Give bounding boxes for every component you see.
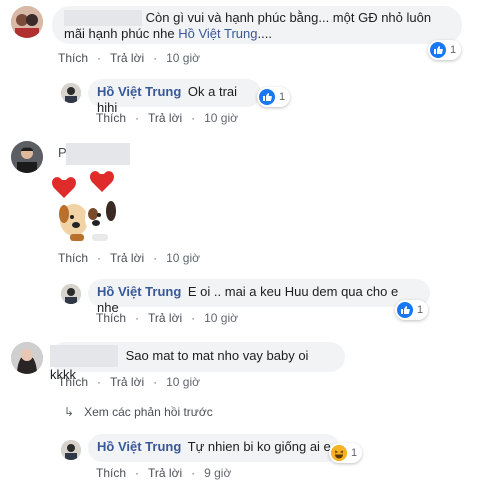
comment-bubble: Sao mat to mat nho vay baby oi kkkk (50, 342, 345, 382)
reaction-badge[interactable]: 1 (257, 87, 291, 107)
comment-actions: Thích · Trả lời · 10 giờ (58, 375, 200, 389)
reply-author[interactable]: Hồ Việt Trung (97, 439, 181, 454)
haha-icon (331, 445, 347, 461)
timestamp[interactable]: 9 giờ (204, 466, 231, 480)
reply-actions: Thích · Trả lời · 10 giờ (96, 311, 238, 325)
redacted-author-name (50, 345, 118, 367)
mention-link[interactable]: Hồ Việt Trung (178, 26, 257, 41)
avatar[interactable] (11, 342, 43, 374)
reply-link[interactable]: Trả lời (110, 251, 144, 265)
reaction-badge[interactable]: 1 (428, 40, 462, 60)
like-link[interactable]: Thích (96, 311, 126, 325)
reply-link[interactable]: Trả lời (148, 111, 182, 125)
reply-bubble: Hồ Việt Trung E oi .. mai a keu Huu dem … (88, 279, 430, 315)
comment-actions: Thích · Trả lời · 10 giờ (58, 251, 200, 265)
reply-arrow-icon: ↳ (64, 405, 75, 419)
reaction-count: 1 (279, 91, 286, 103)
reply-actions: Thích · Trả lời · 10 giờ (96, 111, 238, 125)
reply-avatar[interactable] (61, 440, 81, 460)
view-previous-replies-label[interactable]: Xem các phản hồi trước (84, 405, 213, 419)
reply-text: Tự nhien bi ko giống ai e (187, 439, 331, 454)
redacted-author-name (66, 143, 130, 165)
timestamp[interactable]: 10 giờ (166, 251, 200, 265)
avatar[interactable] (11, 6, 43, 38)
reply-avatar[interactable] (61, 83, 81, 103)
reply-author[interactable]: Hồ Việt Trung (97, 84, 181, 99)
like-link[interactable]: Thích (58, 251, 88, 265)
reaction-badge[interactable]: 1 (395, 300, 429, 320)
reply-link[interactable]: Trả lời (110, 51, 144, 65)
reply-link[interactable]: Trả lời (110, 375, 144, 389)
comment-bubble: Còn gì vui và hạnh phúc bằng... một GĐ n… (52, 6, 462, 44)
timestamp[interactable]: 10 giờ (166, 51, 200, 65)
reaction-count: 1 (450, 44, 457, 56)
timestamp[interactable]: 10 giờ (204, 111, 238, 125)
reply-bubble: Hồ Việt Trung Tự nhien bi ko giống ai e (88, 434, 340, 462)
reply-bubble: Hồ Việt Trung Ok a trai hihi (88, 79, 261, 115)
reply-link[interactable]: Trả lời (148, 311, 182, 325)
reaction-badge[interactable]: 1 (329, 443, 363, 463)
like-icon (430, 42, 446, 58)
view-previous-replies[interactable]: ↳ Xem các phản hồi trước (64, 405, 213, 419)
timestamp[interactable]: 10 giờ (166, 375, 200, 389)
reply-avatar[interactable] (61, 284, 81, 304)
like-link[interactable]: Thích (58, 51, 88, 65)
like-link[interactable]: Thích (58, 375, 88, 389)
like-icon (259, 89, 275, 105)
reaction-count: 1 (351, 447, 358, 459)
puppy-hearts-sticker (52, 168, 124, 248)
like-link[interactable]: Thích (96, 466, 126, 480)
avatar[interactable] (11, 141, 43, 173)
comment-actions: Thích · Trả lời · 10 giờ (58, 51, 200, 65)
redacted-author-name (64, 10, 142, 26)
comment-text-end: .... (257, 26, 272, 41)
reply-actions: Thích · Trả lời · 9 giờ (96, 466, 232, 480)
like-icon (397, 302, 413, 318)
reply-link[interactable]: Trả lời (148, 466, 182, 480)
reaction-count: 1 (417, 304, 424, 316)
reply-author[interactable]: Hồ Việt Trung (97, 284, 181, 299)
like-link[interactable]: Thích (96, 111, 126, 125)
timestamp[interactable]: 10 giờ (204, 311, 238, 325)
